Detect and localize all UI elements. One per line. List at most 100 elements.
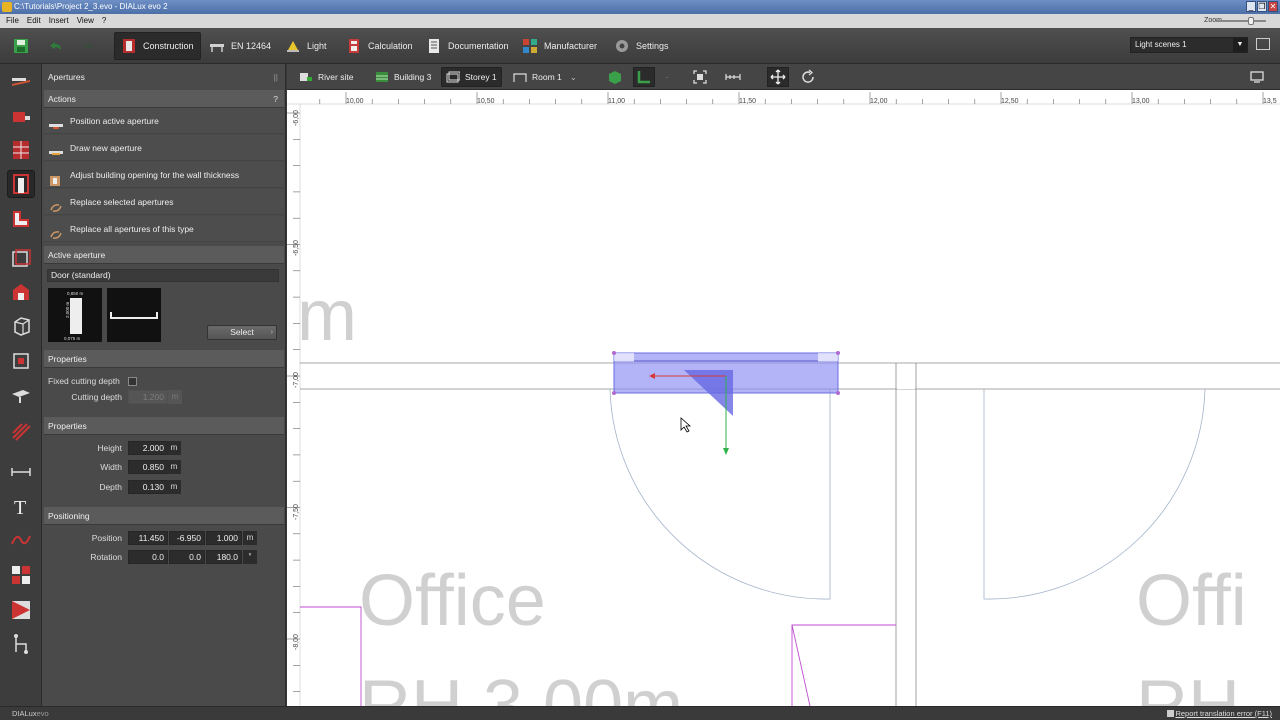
- room-name-right: Offi: [1136, 561, 1247, 641]
- curve-tool-icon[interactable]: [7, 526, 35, 554]
- section-tool-icon[interactable]: [7, 596, 35, 624]
- rotation-z-input[interactable]: 180.0: [206, 550, 242, 564]
- apertures-tool-icon[interactable]: [7, 170, 35, 198]
- ruler-label-left: -6,00: [293, 110, 300, 126]
- position-y-input[interactable]: -6.950: [169, 531, 205, 545]
- furniture-tool-icon[interactable]: [7, 347, 35, 375]
- action-replace-selected-apertures[interactable]: Replace selected apertures: [44, 189, 284, 215]
- aperture-front-thumbnail[interactable]: 0,850 m 2,000 m 0,075 m: [48, 288, 102, 342]
- panel-title-text: Apertures: [48, 72, 85, 82]
- select-aperture-button[interactable]: Select ›: [207, 325, 277, 340]
- measure-view-icon[interactable]: [725, 69, 741, 85]
- save-icon[interactable]: [12, 37, 30, 55]
- cube-tool-icon[interactable]: [7, 312, 35, 340]
- floor-plan-canvas[interactable]: 10,00 10,50 11,00 11,50 12,00 12,50 13,0…: [287, 90, 1280, 706]
- tab-documentation[interactable]: Documentation: [420, 32, 515, 60]
- rotation-x-input[interactable]: 0.0: [128, 550, 168, 564]
- undo-icon[interactable]: [46, 37, 64, 55]
- minimize-button[interactable]: _: [1246, 1, 1256, 12]
- aperture-handle: [836, 351, 840, 355]
- settings-icon: [614, 38, 630, 54]
- menu-view[interactable]: View: [75, 14, 100, 28]
- tab-calculation[interactable]: Calculation: [340, 32, 419, 60]
- storey-tool-icon[interactable]: [7, 244, 35, 272]
- chevron-down-icon[interactable]: ⌄: [570, 72, 577, 83]
- position-z-input[interactable]: 1.000: [206, 531, 242, 545]
- text-tool-icon[interactable]: T: [7, 492, 35, 520]
- view-dropdown-icon[interactable]: ·: [659, 69, 675, 85]
- thumb-width-label: 0,850 m: [67, 291, 84, 296]
- room-tool-icon[interactable]: [7, 278, 35, 306]
- menu-edit[interactable]: Edit: [25, 14, 47, 28]
- monitor-icon[interactable]: [1249, 69, 1265, 85]
- rotation-y-input[interactable]: 0.0: [169, 550, 205, 564]
- ruler-label-top: 12,00: [870, 98, 888, 105]
- breadcrumb-room[interactable]: Room 1 ⌄: [509, 67, 581, 87]
- action-adjust-building-opening[interactable]: Adjust building opening for the wall thi…: [44, 162, 284, 188]
- menu-insert[interactable]: Insert: [47, 14, 75, 28]
- floor-elements-tool-icon[interactable]: [7, 205, 35, 233]
- cutting-depth-input[interactable]: 1.200: [128, 390, 168, 404]
- position-label: Position: [91, 533, 122, 543]
- zoom-extents-icon[interactable]: [692, 69, 708, 85]
- measure-tool-icon[interactable]: [7, 458, 35, 486]
- color-tool-icon[interactable]: [7, 561, 35, 589]
- light-scenes-select[interactable]: Light scenes 1 ▼: [1130, 37, 1248, 53]
- floor-plan-drawing[interactable]: 10,00 10,50 11,00 11,50 12,00 12,50 13,0…: [287, 90, 1280, 706]
- hierarchy-tool-icon[interactable]: [7, 630, 35, 658]
- help-icon[interactable]: ?: [273, 90, 278, 108]
- report-translation-error-link[interactable]: Report translation error (F11): [1175, 707, 1272, 720]
- panel-grip-icon[interactable]: ||: [274, 68, 278, 86]
- depth-input[interactable]: 0.130: [128, 480, 168, 494]
- breadcrumb-storey[interactable]: Storey 1: [441, 67, 502, 87]
- rotate-tool-icon[interactable]: [800, 69, 816, 85]
- tab-light[interactable]: Light: [279, 32, 333, 60]
- menu-help[interactable]: ?: [100, 14, 112, 28]
- ruler-label-top: 13,00: [1132, 98, 1150, 105]
- close-button[interactable]: ✕: [1268, 1, 1278, 12]
- room-label-fragment: m: [297, 276, 357, 356]
- tab-en12464-label: EN 12464: [231, 41, 272, 51]
- tab-manufacturer[interactable]: Manufacturer: [516, 32, 603, 60]
- properties-header-text: Properties: [48, 421, 87, 431]
- position-x-input[interactable]: 11.450: [128, 531, 168, 545]
- width-input[interactable]: 0.850: [128, 460, 168, 474]
- zoom-slider[interactable]: [1216, 20, 1266, 22]
- height-input[interactable]: 2.000: [128, 441, 168, 455]
- panel-title: Apertures ||: [44, 68, 284, 86]
- app-logo-icon: [2, 2, 12, 12]
- view-toolbar: River site Building 3 Storey 1 Room 1 ⌄ …: [287, 64, 1280, 90]
- site-tool-icon[interactable]: [7, 68, 35, 96]
- breadcrumb-label: River site: [318, 72, 354, 82]
- action-replace-all-apertures[interactable]: Replace all apertures of this type: [44, 216, 284, 242]
- maximize-button[interactable]: ❐: [1257, 1, 1267, 12]
- walls-tool-icon[interactable]: [7, 136, 35, 164]
- stairs-tool-icon[interactable]: [7, 418, 35, 446]
- chevron-down-icon[interactable]: ▼: [1233, 38, 1247, 52]
- fullscreen-icon[interactable]: [1256, 38, 1270, 50]
- active-aperture-header: Active aperture: [44, 246, 284, 264]
- tab-construction[interactable]: Construction: [114, 32, 201, 60]
- 3d-view-icon[interactable]: [607, 69, 623, 85]
- active-aperture-name[interactable]: Door (standard): [47, 269, 279, 282]
- menu-file[interactable]: File: [4, 14, 25, 28]
- move-tool-icon[interactable]: [767, 67, 789, 87]
- rotation-unit: °: [243, 550, 257, 564]
- width-label: Width: [100, 462, 122, 472]
- building-tool-icon[interactable]: [7, 102, 35, 130]
- floorplan-view-icon[interactable]: [633, 67, 655, 87]
- ceiling-tool-icon[interactable]: [7, 382, 35, 410]
- redo-icon[interactable]: [80, 37, 98, 55]
- window-titlebar: C:\Tutorials\Project 2_3.evo - DIALux ev…: [0, 0, 1280, 14]
- aperture-plan-thumbnail[interactable]: [107, 288, 161, 342]
- fixed-cutting-depth-checkbox[interactable]: [128, 377, 137, 386]
- depth-label: Depth: [99, 482, 122, 492]
- action-draw-new-aperture[interactable]: Draw new aperture: [44, 135, 284, 161]
- zoom-slider-thumb[interactable]: [1248, 17, 1254, 25]
- breadcrumb-river-site[interactable]: River site: [295, 67, 357, 87]
- select-button-label: Select: [230, 327, 254, 337]
- tab-en12464[interactable]: EN 12464: [203, 32, 277, 60]
- action-position-active-aperture[interactable]: Position active aperture: [44, 108, 284, 134]
- tab-settings[interactable]: Settings: [608, 32, 675, 60]
- breadcrumb-building[interactable]: Building 3: [371, 67, 435, 87]
